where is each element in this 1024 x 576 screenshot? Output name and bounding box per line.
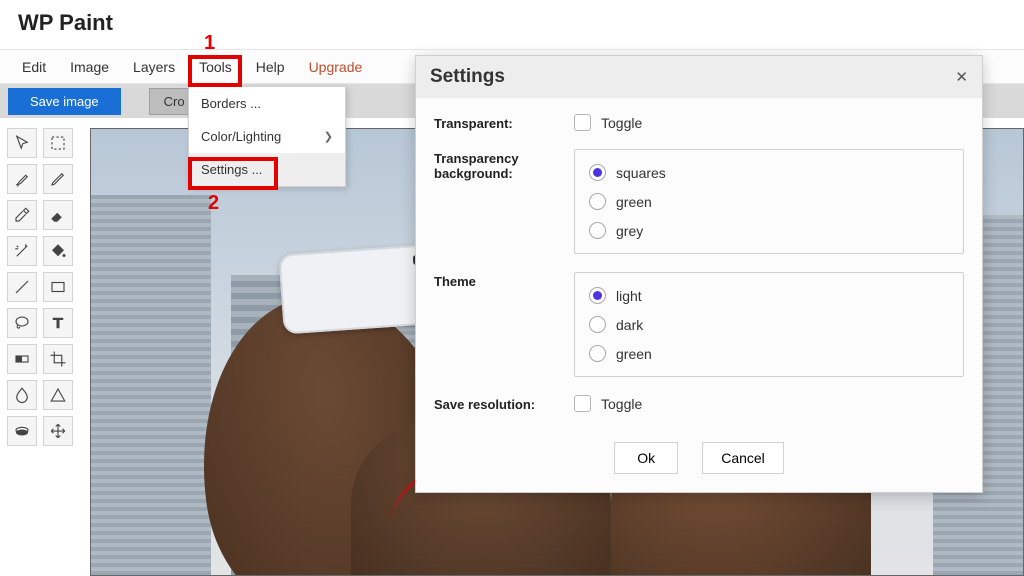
ok-button[interactable]: Ok [614,442,678,474]
toolbox [0,118,80,576]
tool-gradient[interactable] [7,344,37,374]
dd-settings[interactable]: Settings ... [189,153,345,186]
save-resolution-checkbox[interactable] [574,395,591,412]
settings-dialog: Settings ✕ Transparent: Toggle Transpare… [415,55,983,493]
radio-label: dark [616,317,643,333]
radio-dark[interactable] [589,316,606,333]
label-theme: Theme [434,272,574,377]
transparent-checkbox[interactable] [574,114,591,131]
tool-stamp[interactable] [7,416,37,446]
dialog-body: Transparent: Toggle Transparency backgro… [416,98,982,492]
tool-fill[interactable] [43,236,73,266]
menu-tools[interactable]: Tools [187,53,244,81]
app-titlebar: WP Paint [0,0,1024,50]
tool-brush[interactable] [7,164,37,194]
tool-crop[interactable] [43,344,73,374]
radio-label: green [616,194,652,210]
radio-label: squares [616,165,666,181]
dd-label: Settings ... [201,162,262,177]
menu-layers[interactable]: Layers [121,53,187,81]
radio-squares[interactable] [589,164,606,181]
menu-upgrade[interactable]: Upgrade [297,53,375,81]
save-image-button[interactable]: Save image [8,88,121,115]
save-resolution-toggle-label: Toggle [601,396,642,412]
app-title: WP Paint [18,10,1006,36]
dialog-buttons: Ok Cancel [434,430,964,474]
tool-rect[interactable] [43,272,73,302]
tool-text[interactable] [43,308,73,338]
menu-edit[interactable]: Edit [10,53,58,81]
radio-theme-green[interactable] [589,345,606,362]
transparency-bg-group: squares green grey [574,149,964,254]
transparent-toggle-label: Toggle [601,115,642,131]
theme-group: light dark green [574,272,964,377]
cancel-button[interactable]: Cancel [702,442,784,474]
dialog-title: Settings [430,66,505,88]
radio-green[interactable] [589,193,606,210]
dd-borders[interactable]: Borders ... [189,87,345,120]
tool-blur[interactable] [7,380,37,410]
tool-pencil[interactable] [43,164,73,194]
radio-light[interactable] [589,287,606,304]
radio-grey[interactable] [589,222,606,239]
dd-label: Borders ... [201,96,261,111]
dialog-header: Settings ✕ [416,56,982,98]
dd-label: Color/Lighting [201,129,281,144]
tools-dropdown: Borders ... Color/Lighting ❯ Settings ..… [188,86,346,187]
menu-help[interactable]: Help [244,53,297,81]
tool-lasso[interactable] [7,308,37,338]
radio-label: grey [616,223,643,239]
label-transparent: Transparent: [434,114,574,131]
chevron-right-icon: ❯ [324,130,333,143]
dd-color-lighting[interactable]: Color/Lighting ❯ [189,120,345,153]
label-save-resolution: Save resolution: [434,395,574,412]
tool-move[interactable] [43,416,73,446]
tool-eyedropper[interactable] [7,200,37,230]
tool-marquee[interactable] [43,128,73,158]
radio-label: green [616,346,652,362]
tool-line[interactable] [7,272,37,302]
label-transparency-bg: Transparency background: [434,149,574,254]
tool-triangle[interactable] [43,380,73,410]
tool-wand[interactable] [7,236,37,266]
menu-image[interactable]: Image [58,53,121,81]
close-icon[interactable]: ✕ [955,68,968,86]
tool-pointer[interactable] [7,128,37,158]
radio-label: light [616,288,642,304]
tool-eraser[interactable] [43,200,73,230]
